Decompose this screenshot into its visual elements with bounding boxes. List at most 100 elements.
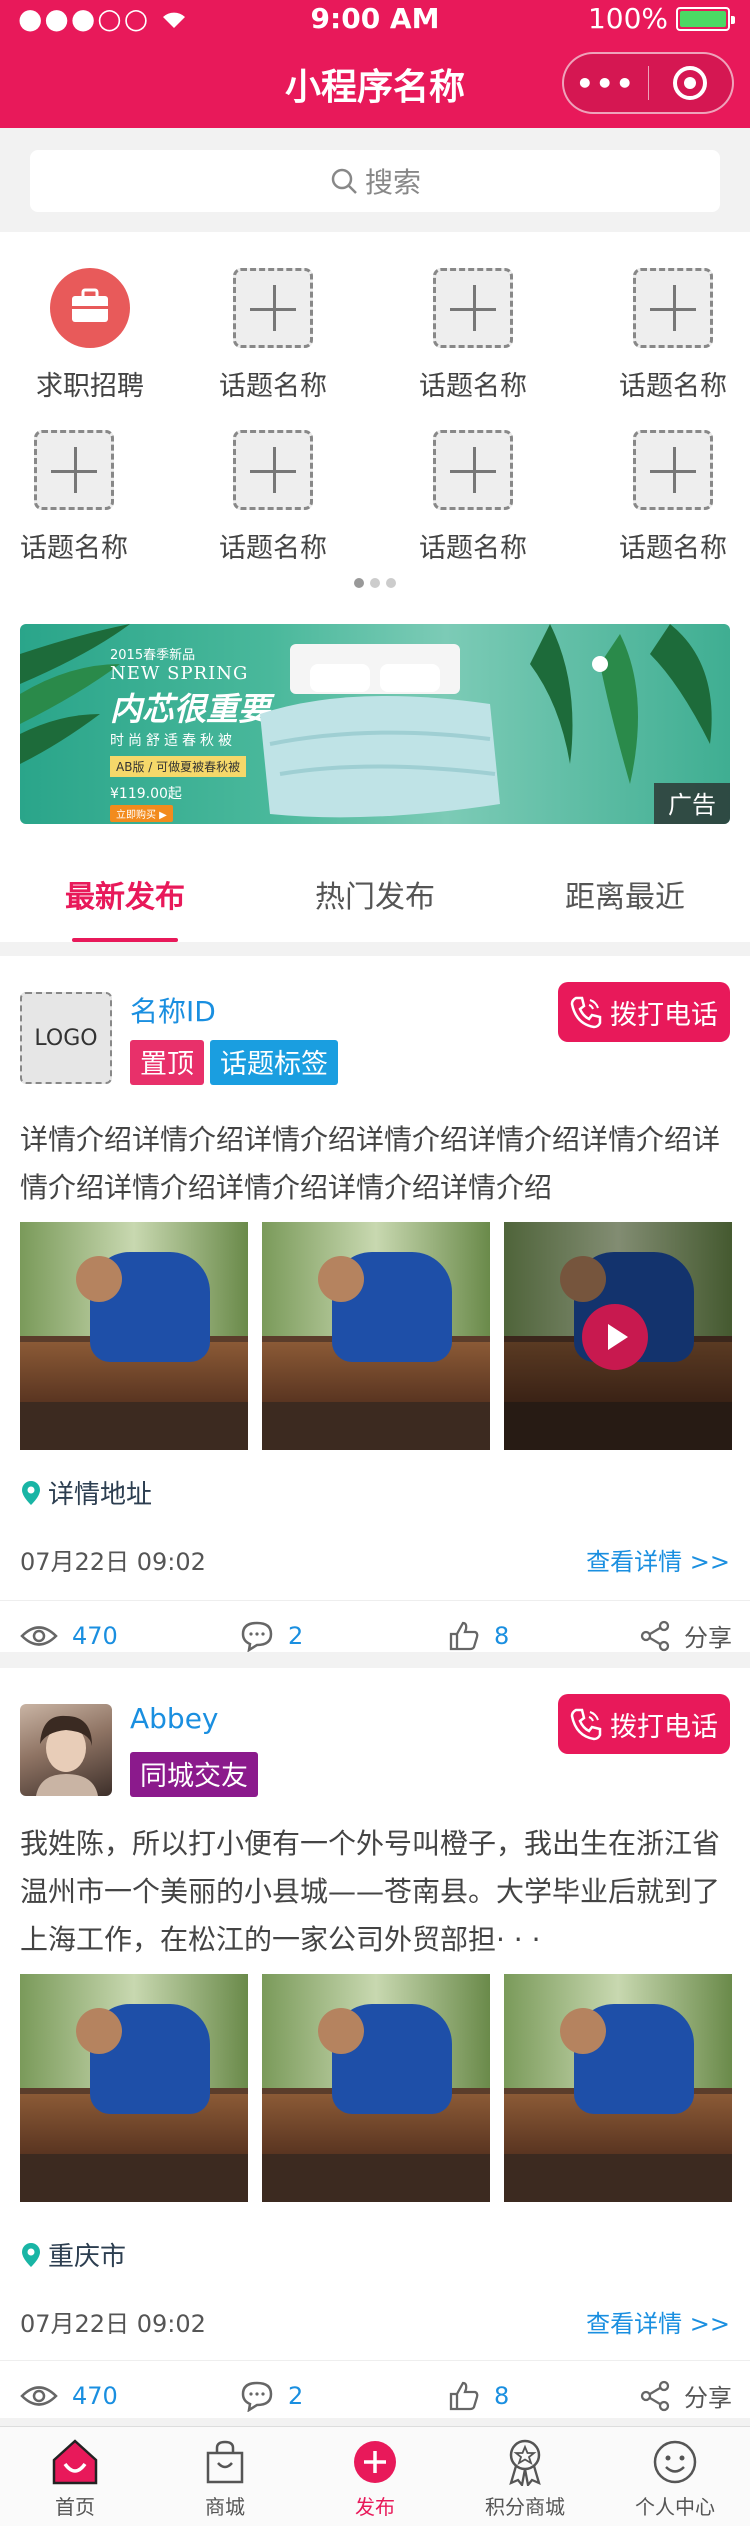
banner-image[interactable]: 2015春季新品 NEW SPRING 内芯很重要 时尚舒适春秋被 AB版 / … [20,624,730,824]
share-button[interactable]: 分享 [640,1618,732,1653]
post-author-name[interactable]: 名称ID [130,990,216,1030]
post-image[interactable] [262,1222,490,1450]
plus-icon [633,430,713,510]
thumbs-up-icon [449,2381,479,2410]
battery-icon [676,6,735,31]
views-count: 470 [72,1621,118,1650]
publish-plus-icon [350,2437,400,2487]
view-details-link[interactable]: 查看详情 >> [586,1542,730,1577]
grid-item-job[interactable]: 求职招聘 [0,268,180,403]
search-input[interactable]: 搜索 [30,150,720,212]
post-image-row [20,1222,732,1450]
call-button-label: 拨打电话 [610,1711,718,1743]
comment-button[interactable]: 2 [240,1620,303,1652]
play-icon[interactable] [582,1304,648,1370]
banner-strip: AB版 / 可做夏被春秋被 [110,756,247,777]
call-button-label: 拨打电话 [610,999,718,1031]
grid-item-topic[interactable]: 话题名称 [183,430,363,565]
tabbar-home[interactable]: 首页 [0,2427,150,2526]
grid-item-topic[interactable]: 话题名称 [583,430,750,565]
topic-grid: 求职招聘 话题名称 话题名称 话题名称 话题名称 话题名称 话题名称 话题名称 [0,232,750,600]
grid-item-topic[interactable]: 话题名称 [383,268,563,403]
post-image[interactable] [20,1222,248,1450]
tabbar-points-mall[interactable]: 积分商城 [450,2427,600,2526]
view-details-link[interactable]: 查看详情 >> [586,2304,730,2339]
views-count: 470 [72,2381,118,2410]
post-meta: 07月22日 09:02 查看详情 >> [20,2304,730,2339]
post-image[interactable] [504,1974,732,2202]
share-label: 分享 [684,1624,732,1652]
plus-icon [433,430,513,510]
post-image[interactable] [20,1974,248,2202]
share-label: 分享 [684,2384,732,2412]
avatar[interactable] [20,1704,112,1796]
post-image[interactable] [262,1974,490,2202]
post-address[interactable]: 重庆市 [20,2236,126,2273]
comment-button[interactable]: 2 [240,2380,303,2412]
ad-banner: 2015春季新品 NEW SPRING 内芯很重要 时尚舒适春秋被 AB版 / … [0,600,750,848]
post-card[interactable]: LOGO 名称ID 置顶 话题标签 拨打电话 详情介绍详情介绍详情介绍详情介绍详… [0,956,750,1652]
tab-latest[interactable]: 最新发布 [0,848,250,942]
post-address[interactable]: 详情地址 [20,1474,152,1511]
tag-topic[interactable]: 同城交友 [130,1752,258,1797]
user-photo-illustration [36,1715,98,1796]
grid-item-topic[interactable]: 话题名称 [0,430,164,565]
comment-icon [241,1621,273,1652]
thumbs-up-icon [449,1621,479,1650]
post-video[interactable] [504,1222,732,1450]
page-dot-3[interactable] [386,578,396,588]
like-button[interactable]: 8 [448,2380,509,2412]
plus-icon [34,430,114,510]
location-pin-icon [22,1480,40,1505]
tab-popular[interactable]: 热门发布 [250,848,500,942]
tag-topic[interactable]: 话题标签 [210,1040,338,1085]
grid-item-topic[interactable]: 话题名称 [583,268,750,403]
post-actions: 470 2 8 分享 [0,1600,750,1670]
grid-item-topic[interactable]: 话题名称 [383,430,563,565]
likes-count: 8 [494,2381,510,2410]
tabbar-label: 积分商城 [485,2495,565,2519]
eye-icon [20,1625,58,1646]
bottom-tab-bar: 首页 商城 发布 积分商城 个人中心 [0,2426,750,2526]
tabbar-publish[interactable]: 发布 [300,2427,450,2526]
banner-sub: 时尚舒适春秋被 [110,733,236,749]
page-dot-1[interactable] [354,578,364,588]
post-date: 07月22日 09:02 [20,1548,206,1576]
ad-label: 广告 [654,783,730,824]
tabbar-mall[interactable]: 商城 [150,2427,300,2526]
grid-item-label: 话题名称 [419,533,527,564]
close-button[interactable] [649,66,733,100]
call-button[interactable]: 拨打电话 [558,1694,730,1754]
post-image-row [20,1974,732,2202]
banner-buy-button: 立即购买 ▶ [110,805,173,822]
share-icon [640,1620,670,1651]
grid-page-indicator[interactable] [0,578,750,588]
banner-price: ¥119.00起 [110,786,182,802]
feed-tabs: 最新发布 热门发布 距离最近 [0,848,750,942]
call-button[interactable]: 拨打电话 [558,982,730,1042]
tab-nearest[interactable]: 距离最近 [500,848,750,942]
medal-icon [500,2437,550,2487]
avatar[interactable]: LOGO [20,992,112,1084]
address-text: 详情地址 [48,1480,153,1510]
grid-item-topic[interactable]: 话题名称 [183,268,363,403]
comment-icon [241,2381,273,2412]
tabbar-label: 商城 [205,2495,245,2519]
banner-headline: 内芯很重要 [110,690,271,728]
share-button[interactable]: 分享 [640,2378,732,2413]
search-section: 搜索 [0,128,750,232]
mini-program-capsule: ••• [562,52,734,114]
page-dot-2[interactable] [370,578,380,588]
post-author-name[interactable]: Abbey [130,1702,219,1735]
like-button[interactable]: 8 [448,1620,509,1652]
shopping-bag-icon [200,2437,250,2487]
post-tags: 同城交友 [130,1752,258,1797]
more-menu-button[interactable]: ••• [564,67,648,100]
search-icon [331,168,357,194]
post-card[interactable]: Abbey 同城交友 拨打电话 我姓陈，所以打小便有一个外号叫橙子，我出生在浙江… [0,1668,750,2418]
grid-item-label: 话题名称 [619,533,727,564]
views-stat: 470 [20,1622,118,1650]
battery-indicator: 100% [588,2,735,35]
address-text: 重庆市 [48,2242,127,2272]
tabbar-profile[interactable]: 个人中心 [600,2427,750,2526]
